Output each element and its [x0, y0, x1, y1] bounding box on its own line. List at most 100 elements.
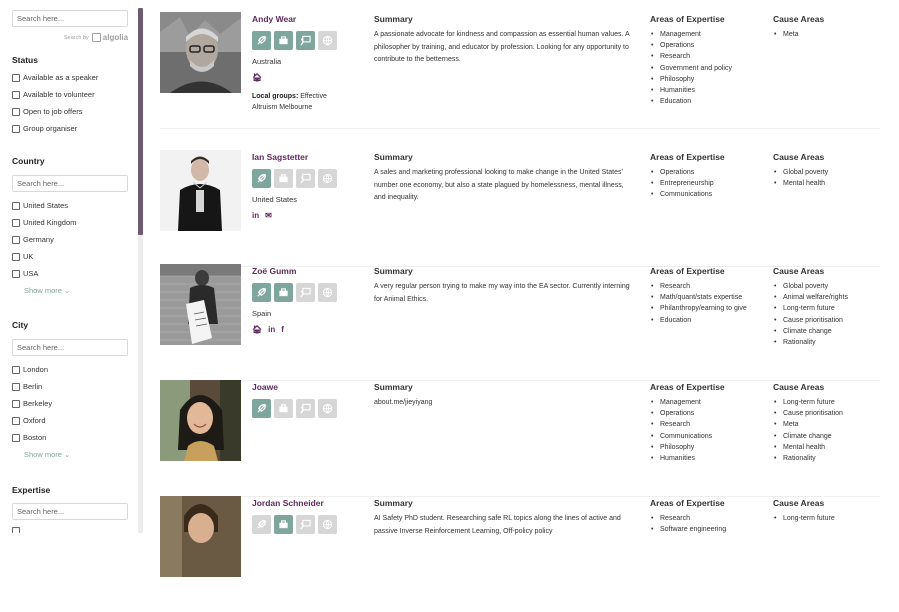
city-option-label: Berlin — [23, 382, 43, 391]
checkbox-icon[interactable] — [12, 399, 20, 408]
status-option-volunteer[interactable]: Available to volunteer — [12, 90, 95, 99]
profile-photo[interactable] — [160, 264, 241, 345]
status-option-job-offers[interactable]: Open to job offers — [12, 107, 82, 116]
linkedin-icon[interactable]: in — [268, 325, 275, 334]
list-item: Management — [650, 29, 762, 40]
city-option[interactable]: Berlin — [12, 382, 42, 391]
profile-country: United States — [252, 195, 298, 204]
checkbox-icon[interactable] — [12, 416, 20, 425]
list-item: Meta — [773, 419, 883, 430]
profile-card: Jordan Schneider Summary AI Safety PhD s… — [160, 496, 880, 612]
city-option[interactable]: Oxford — [12, 416, 46, 425]
checkbox-icon[interactable] — [12, 269, 20, 278]
checkbox-icon[interactable] — [12, 124, 20, 133]
expertise-list: ManagementOperationsResearchCommunicatio… — [650, 397, 762, 464]
scrollbar-track[interactable] — [138, 235, 143, 533]
checkbox-icon[interactable] — [12, 433, 20, 442]
profile-photo[interactable] — [160, 12, 241, 93]
summary-text: A sales and marketing professional looki… — [374, 169, 624, 201]
profile-name[interactable]: Ian Sagstetter — [252, 152, 308, 162]
expertise-heading: Areas of Expertise — [650, 266, 725, 276]
presentation-icon — [296, 399, 315, 418]
country-option[interactable]: United States — [12, 201, 68, 210]
country-show-more-button[interactable]: Show more ⌄ — [24, 286, 70, 295]
list-item: Animal welfare/rights — [773, 292, 883, 303]
list-item: Long-term future — [773, 513, 883, 524]
profile-photo[interactable] — [160, 150, 241, 231]
list-item: Meta — [773, 29, 883, 40]
checkbox-icon[interactable] — [12, 73, 20, 82]
main-search-input[interactable] — [12, 10, 128, 27]
status-option-group-organiser[interactable]: Group organiser — [12, 124, 77, 133]
briefcase-icon — [274, 31, 293, 50]
country-option[interactable]: Germany — [12, 235, 54, 244]
profile-name[interactable]: Joawe — [252, 382, 278, 392]
checkbox-icon[interactable] — [12, 90, 20, 99]
list-item: Software engineering — [650, 524, 762, 535]
checkbox-icon[interactable] — [12, 107, 20, 116]
checkbox-icon[interactable] — [12, 252, 20, 261]
list-item: Research — [650, 51, 762, 62]
list-item: Operations — [650, 408, 762, 419]
checkbox-icon[interactable] — [12, 201, 20, 210]
chevron-down-icon: ⌄ — [64, 286, 71, 295]
city-option-label: Oxford — [23, 416, 46, 425]
checkbox-icon[interactable] — [12, 365, 20, 374]
checkbox-icon[interactable] — [12, 218, 20, 227]
expertise-heading: Expertise — [12, 485, 51, 495]
list-item: Global poverty — [773, 167, 883, 178]
profile-links: 🏠︎ in f — [252, 325, 284, 334]
list-item: Philanthropy/earning to give — [650, 303, 762, 314]
list-item: Math/quant/stats expertise — [650, 292, 762, 303]
city-option[interactable]: Boston — [12, 433, 46, 442]
checkbox-icon[interactable] — [12, 235, 20, 244]
profile-name[interactable]: Jordan Schneider — [252, 498, 324, 508]
expertise-heading: Areas of Expertise — [650, 14, 725, 24]
city-search-input[interactable] — [12, 339, 128, 356]
speaker-icon — [252, 31, 271, 50]
scrollbar-thumb[interactable] — [138, 8, 143, 235]
profile-name[interactable]: Andy Wear — [252, 14, 296, 24]
expertise-option[interactable] — [12, 527, 23, 533]
home-icon[interactable]: 🏠︎ — [252, 325, 262, 334]
status-badges — [252, 515, 337, 534]
cause-list: Meta — [773, 29, 883, 40]
list-item: Philosophy — [650, 442, 762, 453]
globe-icon — [318, 515, 337, 534]
summary-heading: Summary — [374, 382, 413, 392]
country-option[interactable]: UK — [12, 252, 33, 261]
summary-text: A very regular person trying to make my … — [374, 283, 630, 303]
profile-photo[interactable] — [160, 380, 241, 461]
city-option[interactable]: London — [12, 365, 48, 374]
speaker-icon — [252, 283, 271, 302]
city-option[interactable]: Berkeley — [12, 399, 52, 408]
list-item: Operations — [650, 167, 762, 178]
profile-links: in ✉ — [252, 211, 272, 220]
profile-name[interactable]: Zoë Gumm — [252, 266, 296, 276]
country-search-input[interactable] — [12, 175, 128, 192]
briefcase-icon — [274, 169, 293, 188]
status-option-speaker[interactable]: Available as a speaker — [12, 73, 98, 82]
briefcase-icon — [274, 399, 293, 418]
list-item: Cause prioritisation — [773, 408, 883, 419]
checkbox-icon[interactable] — [12, 382, 20, 391]
list-item: Climate change — [773, 326, 883, 337]
envelope-icon[interactable]: ✉ — [265, 211, 272, 220]
linkedin-icon[interactable]: in — [252, 211, 259, 220]
filter-sidebar: Search by algolia Status Available as a … — [0, 0, 138, 533]
expertise-heading: Areas of Expertise — [650, 152, 725, 162]
profile-card: Ian Sagstetter United States in ✉ Summar… — [160, 150, 880, 267]
list-item: Global poverty — [773, 281, 883, 292]
city-show-more-button[interactable]: Show more ⌄ — [24, 450, 70, 459]
country-option[interactable]: United Kingdom — [12, 218, 76, 227]
expertise-search-input[interactable] — [12, 503, 128, 520]
facebook-icon[interactable]: f — [281, 325, 284, 334]
show-more-label: Show more — [24, 450, 62, 459]
country-option-label: USA — [23, 269, 39, 278]
country-option-label: Germany — [23, 235, 54, 244]
country-option[interactable]: USA — [12, 269, 38, 278]
checkbox-icon[interactable] — [12, 527, 20, 533]
cause-list: Global povertyAnimal welfare/rightsLong-… — [773, 281, 883, 348]
home-icon[interactable]: 🏠︎ — [252, 73, 262, 82]
profile-photo[interactable] — [160, 496, 241, 577]
